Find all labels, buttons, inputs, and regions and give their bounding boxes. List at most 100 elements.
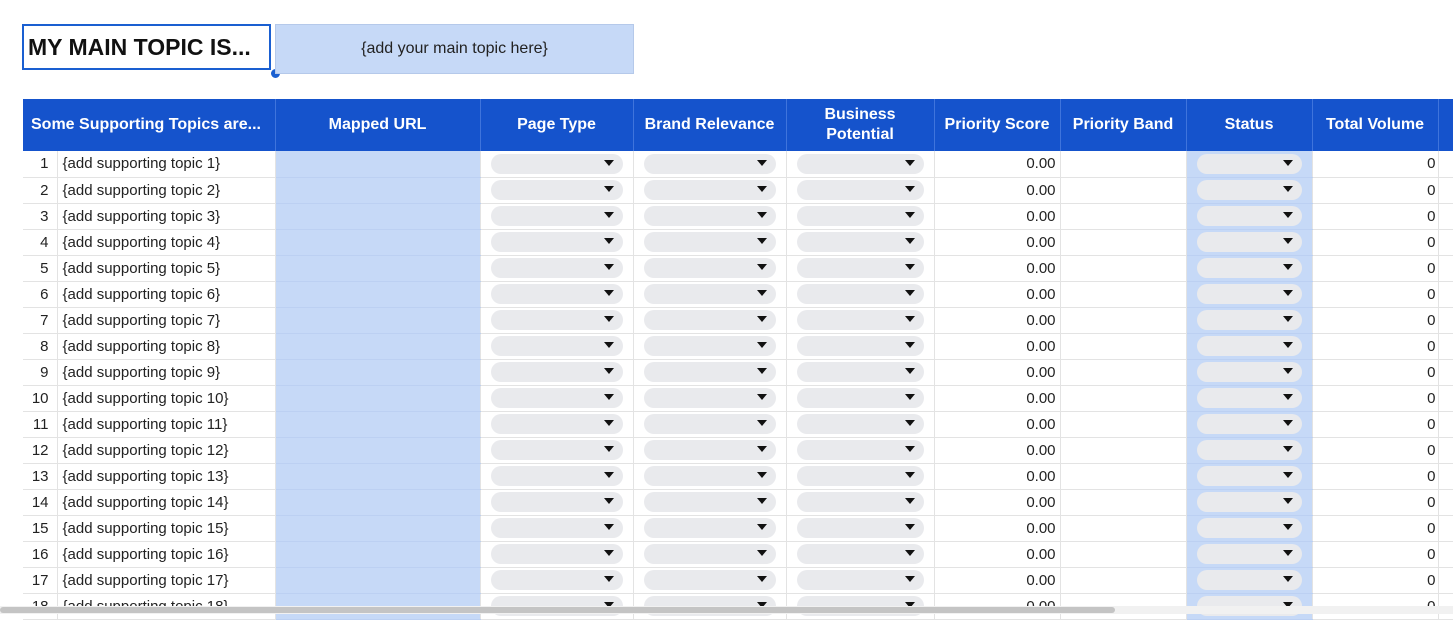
column-header-status[interactable]: Status <box>1186 99 1313 151</box>
dropdown-arrow-icon[interactable] <box>1282 212 1293 218</box>
supporting-topic-cell[interactable]: {add supporting topic 9} <box>57 359 276 386</box>
status-cell[interactable] <box>1186 463 1313 490</box>
business-potential-cell[interactable] <box>786 463 935 490</box>
dropdown-arrow-icon[interactable] <box>904 472 915 478</box>
dropdown-arrow-icon[interactable] <box>603 394 614 400</box>
priority-band-cell[interactable] <box>1060 333 1187 360</box>
status-dropdown[interactable] <box>1196 284 1302 304</box>
business-potential-cell[interactable] <box>786 177 935 204</box>
status-cell[interactable] <box>1186 177 1313 204</box>
status-dropdown[interactable] <box>1196 336 1302 356</box>
status-dropdown[interactable] <box>1196 388 1302 408</box>
page-type-dropdown[interactable] <box>490 336 623 356</box>
supporting-topic-cell[interactable]: {add supporting topic 13} <box>57 463 276 490</box>
dropdown-arrow-icon[interactable] <box>904 264 915 270</box>
priority-band-cell[interactable] <box>1060 203 1187 230</box>
business-potential-cell[interactable] <box>786 255 935 282</box>
brand-relevance-dropdown[interactable] <box>643 206 776 226</box>
dropdown-arrow-icon[interactable] <box>904 446 915 452</box>
dropdown-arrow-icon[interactable] <box>756 368 767 374</box>
business-potential-cell[interactable] <box>786 151 935 178</box>
page-type-dropdown[interactable] <box>490 180 623 200</box>
mapped-url-cell[interactable] <box>275 411 481 438</box>
status-dropdown[interactable] <box>1196 414 1302 434</box>
brand-relevance-cell[interactable] <box>633 203 787 230</box>
page-type-cell[interactable] <box>480 333 634 360</box>
supporting-topic-cell[interactable]: {add supporting topic 10} <box>57 385 276 412</box>
page-type-dropdown[interactable] <box>490 153 623 174</box>
dropdown-arrow-icon[interactable] <box>603 498 614 504</box>
dropdown-arrow-icon[interactable] <box>904 186 915 192</box>
dropdown-arrow-icon[interactable] <box>904 498 915 504</box>
dropdown-arrow-icon[interactable] <box>904 524 915 530</box>
page-type-cell[interactable] <box>480 307 634 334</box>
business-potential-dropdown[interactable] <box>796 518 924 538</box>
dropdown-arrow-icon[interactable] <box>756 186 767 192</box>
status-cell[interactable] <box>1186 203 1313 230</box>
business-potential-dropdown[interactable] <box>796 336 924 356</box>
page-type-cell[interactable] <box>480 515 634 542</box>
mapped-url-cell[interactable] <box>275 489 481 516</box>
brand-relevance-cell[interactable] <box>633 255 787 282</box>
dropdown-arrow-icon[interactable] <box>756 212 767 218</box>
status-dropdown[interactable] <box>1196 310 1302 330</box>
business-potential-cell[interactable] <box>786 515 935 542</box>
dropdown-arrow-icon[interactable] <box>603 159 614 166</box>
dropdown-arrow-icon[interactable] <box>904 159 915 166</box>
column-header-business-potential[interactable]: Business Potential <box>786 99 935 151</box>
business-potential-cell[interactable] <box>786 307 935 334</box>
status-dropdown[interactable] <box>1196 362 1302 382</box>
brand-relevance-dropdown[interactable] <box>643 362 776 382</box>
dropdown-arrow-icon[interactable] <box>1282 446 1293 452</box>
dropdown-arrow-icon[interactable] <box>756 420 767 426</box>
business-potential-cell[interactable] <box>786 541 935 568</box>
brand-relevance-dropdown[interactable] <box>643 570 776 590</box>
dropdown-arrow-icon[interactable] <box>904 394 915 400</box>
page-type-dropdown[interactable] <box>490 492 623 512</box>
column-header-page-type[interactable]: Page Type <box>480 99 634 151</box>
brand-relevance-cell[interactable] <box>633 177 787 204</box>
page-type-cell[interactable] <box>480 151 634 178</box>
next-column-cell[interactable] <box>1438 437 1453 464</box>
page-type-cell[interactable] <box>480 541 634 568</box>
mapped-url-cell[interactable] <box>275 333 481 360</box>
supporting-topic-cell[interactable]: {add supporting topic 8} <box>57 333 276 360</box>
brand-relevance-dropdown[interactable] <box>643 440 776 460</box>
page-type-cell[interactable] <box>480 359 634 386</box>
dropdown-arrow-icon[interactable] <box>756 238 767 244</box>
brand-relevance-dropdown[interactable] <box>643 544 776 564</box>
dropdown-arrow-icon[interactable] <box>904 576 915 582</box>
dropdown-arrow-icon[interactable] <box>603 212 614 218</box>
mapped-url-cell[interactable] <box>275 203 481 230</box>
brand-relevance-cell[interactable] <box>633 359 787 386</box>
business-potential-cell[interactable] <box>786 411 935 438</box>
mapped-url-cell[interactable] <box>275 515 481 542</box>
status-cell[interactable] <box>1186 437 1313 464</box>
dropdown-arrow-icon[interactable] <box>904 550 915 556</box>
status-dropdown[interactable] <box>1196 206 1302 226</box>
status-dropdown[interactable] <box>1196 518 1302 538</box>
supporting-topic-cell[interactable]: {add supporting topic 2} <box>57 177 276 204</box>
page-type-cell[interactable] <box>480 437 634 464</box>
dropdown-arrow-icon[interactable] <box>603 576 614 582</box>
next-column-cell[interactable] <box>1438 411 1453 438</box>
priority-band-cell[interactable] <box>1060 437 1187 464</box>
page-type-cell[interactable] <box>480 203 634 230</box>
column-header-total-volume[interactable]: Total Volume <box>1312 99 1439 151</box>
status-cell[interactable] <box>1186 541 1313 568</box>
dropdown-arrow-icon[interactable] <box>756 264 767 270</box>
status-cell[interactable] <box>1186 255 1313 282</box>
dropdown-arrow-icon[interactable] <box>1282 159 1293 166</box>
business-potential-cell[interactable] <box>786 489 935 516</box>
business-potential-cell[interactable] <box>786 385 935 412</box>
column-header-priority-score[interactable]: Priority Score <box>934 99 1061 151</box>
business-potential-dropdown[interactable] <box>796 232 924 252</box>
dropdown-arrow-icon[interactable] <box>756 159 767 166</box>
mapped-url-cell[interactable] <box>275 281 481 308</box>
dropdown-arrow-icon[interactable] <box>756 524 767 530</box>
priority-band-cell[interactable] <box>1060 359 1187 386</box>
dropdown-arrow-icon[interactable] <box>904 212 915 218</box>
dropdown-arrow-icon[interactable] <box>1282 524 1293 530</box>
dropdown-arrow-icon[interactable] <box>1282 550 1293 556</box>
dropdown-arrow-icon[interactable] <box>1282 368 1293 374</box>
